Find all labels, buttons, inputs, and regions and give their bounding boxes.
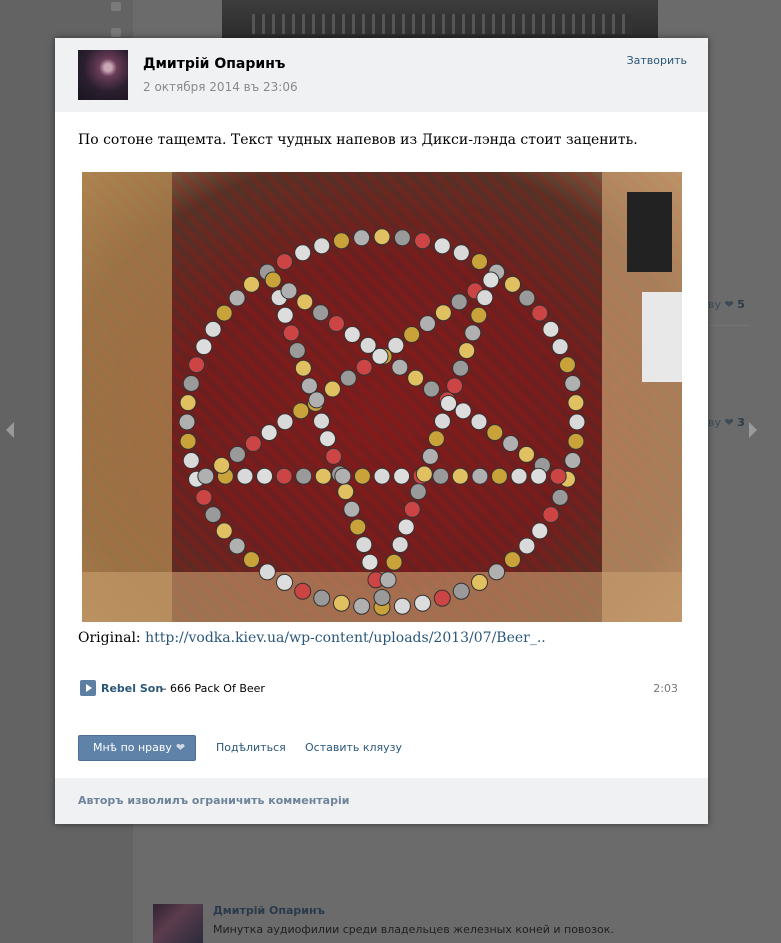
next-arrow-icon[interactable] — [749, 422, 757, 438]
background-post: Дмитрій Опаринъ Минутка аудиофилии среди… — [153, 902, 753, 943]
background-chat-icon — [111, 28, 121, 37]
background-photo — [222, 0, 658, 38]
background-divider — [708, 325, 750, 326]
comment-button[interactable]: Оставить кляузу — [305, 741, 402, 754]
modal-footer: Авторъ изволилъ ограничить комментаріи — [55, 778, 708, 824]
modal-header: Дмитрій Опаринъ 2 октября 2014 въ 23:06 … — [55, 38, 708, 112]
author-name[interactable]: Дмитрій Опаринъ — [143, 56, 285, 72]
like-button[interactable]: Мнѣ по нраву ❤ — [78, 735, 196, 761]
post-modal: Дмитрій Опаринъ 2 октября 2014 въ 23:06 … — [55, 38, 708, 824]
beer-cans — [178, 228, 586, 616]
background-mail-icon — [111, 2, 121, 11]
play-icon[interactable] — [80, 680, 96, 696]
audio-track[interactable]: Rebel Son – 666 Pack Of Beer 2:03 — [80, 680, 680, 696]
share-button[interactable]: Подѣлиться — [216, 741, 286, 754]
audio-duration: 2:03 — [653, 682, 678, 695]
post-date[interactable]: 2 октября 2014 въ 23:06 — [143, 80, 298, 94]
previous-arrow-icon[interactable] — [6, 422, 14, 438]
background-like-counter-2: ву ❤ 3 — [708, 416, 745, 429]
background-avatar — [153, 904, 203, 943]
background-like-counter-1: ву ❤ 5 — [708, 298, 745, 311]
comments-restricted-note: Авторъ изволилъ ограничить комментаріи — [78, 794, 350, 807]
audio-title: – 666 Pack Of Beer — [161, 682, 265, 695]
original-label: Original: — [78, 630, 141, 646]
heart-icon: ❤ — [175, 741, 186, 754]
heart-icon: ❤ — [724, 298, 734, 311]
background-post-text: Минутка аудиофилии среди владельцев желе… — [213, 923, 614, 936]
audio-separator: – — [161, 682, 170, 695]
like-label: Мнѣ по нраву — [93, 741, 172, 754]
audio-title-text: 666 Pack Of Beer — [170, 682, 265, 695]
audio-artist[interactable]: Rebel Son — [101, 682, 163, 695]
original-source: Original: http://vodka.kiev.ua/wp-conten… — [78, 630, 546, 646]
background-photo-detail — [252, 14, 632, 34]
original-link[interactable]: http://vodka.kiev.ua/wp-content/uploads/… — [145, 630, 546, 646]
beer-can-pentagram-image — [82, 172, 682, 622]
background-author-name[interactable]: Дмитрій Опаринъ — [213, 904, 325, 917]
heart-icon: ❤ — [724, 416, 734, 429]
post-text: По сотоне тащемта. Текст чудных напевов … — [78, 132, 638, 148]
author-avatar[interactable] — [78, 50, 128, 100]
close-button[interactable]: Затворить — [627, 54, 687, 67]
post-photo[interactable] — [82, 172, 682, 622]
